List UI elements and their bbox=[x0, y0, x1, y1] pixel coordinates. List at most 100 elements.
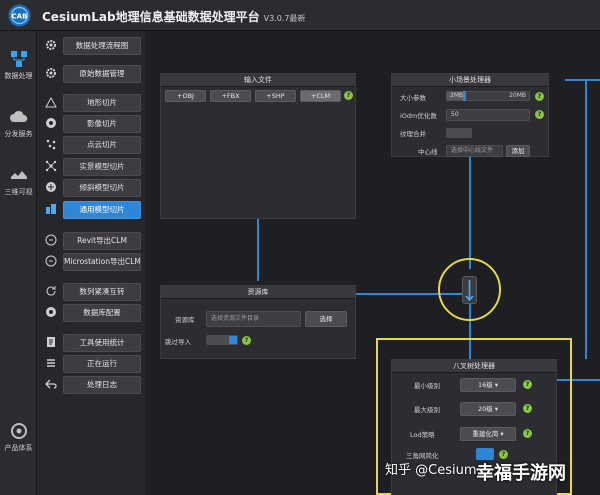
menu-item-convert[interactable]: 数列紧凑互转 bbox=[41, 283, 141, 301]
data-process-icon bbox=[10, 51, 27, 67]
menu-item-imagery[interactable]: 影像切片 bbox=[41, 115, 141, 133]
size-range-slider[interactable]: 2MB 20MB bbox=[446, 91, 530, 101]
menu-item-terrain[interactable]: 地形切片 bbox=[41, 94, 141, 112]
add-fbx-button[interactable]: +FBX bbox=[210, 90, 251, 102]
repo-directory-input[interactable]: 选择资源文件目录 bbox=[206, 311, 301, 327]
add-shp-button[interactable]: +SHP bbox=[255, 90, 296, 102]
rail-item-service[interactable]: 分发服务 bbox=[0, 103, 37, 153]
menu-item-label: 工具使用统计 bbox=[63, 334, 141, 352]
panel-title: 八叉树处理器 bbox=[392, 360, 556, 373]
terrain-icon bbox=[41, 94, 61, 112]
max-level-value: 20级 bbox=[477, 405, 493, 413]
help-icon[interactable]: ? bbox=[535, 92, 544, 101]
chevron-down-icon: ▾ bbox=[492, 381, 499, 389]
rail-item-data-process[interactable]: 数据处理 bbox=[0, 45, 37, 95]
menu-item-label: 影像切片 bbox=[63, 115, 141, 133]
list-icon bbox=[41, 355, 61, 373]
add-obj-button[interactable]: +OBJ bbox=[165, 90, 206, 102]
menu-item-general-model[interactable]: 通用模型切片 bbox=[41, 201, 141, 219]
export-icon bbox=[41, 232, 61, 250]
product-icon bbox=[10, 423, 27, 439]
rail-label: 数据处理 bbox=[4, 72, 33, 80]
gear-icon bbox=[41, 37, 61, 55]
texture-merge-label: 纹理合并 bbox=[400, 130, 426, 138]
skip-import-label: 跳过导入 bbox=[165, 338, 191, 346]
min-level-value: 16级 bbox=[477, 381, 493, 389]
cesiumlab-logo: CAB bbox=[8, 4, 31, 27]
idx-value-field[interactable]: 50 bbox=[446, 109, 530, 121]
menu-item-label: 实景模型切片 bbox=[63, 158, 141, 176]
repo-select-button[interactable]: 选择 bbox=[305, 311, 347, 327]
menu-item-microstation[interactable]: Microstation导出CLM bbox=[41, 253, 141, 271]
menu-item-label: 数列紧凑互转 bbox=[63, 283, 141, 301]
panel-title: 小场景处理器 bbox=[392, 74, 548, 87]
app-title-text: CesiumLab地理信息基础数据处理平台 bbox=[42, 10, 260, 24]
help-icon[interactable]: ? bbox=[344, 91, 353, 100]
function-menu: 数据处理流程图 原始数据管理 地形切片 影像切片 点云切片 实景模型切片 倾斜模… bbox=[37, 31, 145, 495]
menu-item-log[interactable]: 处理日志 bbox=[41, 376, 141, 394]
menu-item-db-config[interactable]: 数据库配置 bbox=[41, 304, 141, 322]
menu-item-raw-data[interactable]: 原始数据管理 bbox=[41, 65, 141, 83]
site-brand-watermark: 幸福手游网 bbox=[476, 463, 566, 484]
menu-item-label: 正在运行 bbox=[63, 355, 141, 373]
texture-merge-toggle[interactable] bbox=[446, 128, 472, 138]
max-level-label: 最大级别 bbox=[414, 406, 440, 414]
database-icon bbox=[41, 304, 61, 322]
help-icon[interactable]: ? bbox=[523, 429, 532, 438]
connector-small-out bbox=[565, 79, 600, 81]
svg-text:CAB: CAB bbox=[12, 13, 28, 21]
panel-title: 资源库 bbox=[161, 286, 355, 299]
menu-item-label: 通用模型切片 bbox=[63, 201, 141, 219]
menu-item-flowchart[interactable]: 数据处理流程图 bbox=[41, 37, 141, 55]
max-level-select[interactable]: 20级 ▾ bbox=[460, 402, 516, 416]
lod-strategy-select[interactable]: 重建化简 ▾ bbox=[460, 427, 516, 441]
menu-item-label: 原始数据管理 bbox=[63, 65, 141, 83]
menu-item-reality-model[interactable]: 实景模型切片 bbox=[41, 158, 141, 176]
center-file-input[interactable]: 选择中心线文件 bbox=[446, 145, 503, 157]
connector-input-repo bbox=[257, 219, 259, 281]
menu-item-stats[interactable]: 工具使用统计 bbox=[41, 334, 141, 352]
back-icon bbox=[41, 376, 61, 394]
center-add-button[interactable]: 添加 bbox=[506, 145, 530, 157]
menu-item-label: 点云切片 bbox=[63, 136, 141, 154]
network-icon bbox=[41, 158, 61, 176]
resource-library-panel: 资源库 资源库 选择资源文件目录 选择 跳过导入 ? bbox=[160, 285, 356, 359]
rail-label: 三维可视 bbox=[4, 188, 33, 196]
flow-canvas: 输入文件 +OBJ +FBX +SHP +CLM ? 小场景处理器 大小参数 2… bbox=[145, 31, 600, 495]
menu-item-revit[interactable]: Revit导出CLM bbox=[41, 232, 141, 250]
pointcloud-icon bbox=[41, 136, 61, 154]
min-level-select[interactable]: 16级 ▾ bbox=[460, 378, 516, 392]
help-icon[interactable]: ? bbox=[242, 336, 251, 345]
rail-item-products[interactable]: 产品体系 bbox=[0, 417, 37, 467]
switch-node[interactable] bbox=[462, 276, 477, 304]
help-icon[interactable]: ? bbox=[523, 380, 532, 389]
menu-item-oblique-model[interactable]: 倾斜模型切片 bbox=[41, 179, 141, 197]
gear-icon bbox=[41, 65, 61, 83]
add-clm-button[interactable]: +CLM bbox=[300, 90, 341, 102]
3d-view-icon bbox=[10, 171, 27, 179]
menu-item-label: Microstation导出CLM bbox=[63, 253, 141, 271]
lod-strategy-value: 重建化简 bbox=[472, 430, 499, 438]
menu-item-running[interactable]: 正在运行 bbox=[41, 355, 141, 373]
help-icon[interactable]: ? bbox=[499, 450, 508, 459]
size-min-value: 2MB bbox=[450, 92, 464, 99]
slider-thumb[interactable] bbox=[463, 91, 466, 101]
size-max-value: 20MB bbox=[509, 92, 526, 99]
skip-import-toggle[interactable] bbox=[206, 335, 238, 345]
lod-label: Lod策略 bbox=[410, 431, 435, 439]
title-bar: CAB CesiumLab地理信息基础数据处理平台 V3.0.7最新 bbox=[0, 0, 600, 31]
document-icon bbox=[41, 334, 61, 352]
rail-item-3d-view[interactable]: 三维可视 bbox=[0, 161, 37, 211]
imagery-icon bbox=[41, 115, 61, 133]
menu-item-label: 处理日志 bbox=[63, 376, 141, 394]
help-icon[interactable]: ? bbox=[535, 110, 544, 119]
oblique-icon bbox=[41, 179, 61, 197]
menu-item-label: 数据处理流程图 bbox=[63, 37, 141, 55]
help-icon[interactable]: ? bbox=[523, 404, 532, 413]
menu-item-pointcloud[interactable]: 点云切片 bbox=[41, 136, 141, 154]
export-icon bbox=[41, 253, 61, 271]
zhihu-watermark: 知乎 @Cesium... bbox=[385, 463, 489, 478]
main-nav-rail: 数据处理 分发服务 三维可视 产品体系 bbox=[0, 31, 37, 495]
rail-label: 产品体系 bbox=[4, 444, 33, 452]
chevron-down-icon: ▾ bbox=[498, 430, 504, 438]
